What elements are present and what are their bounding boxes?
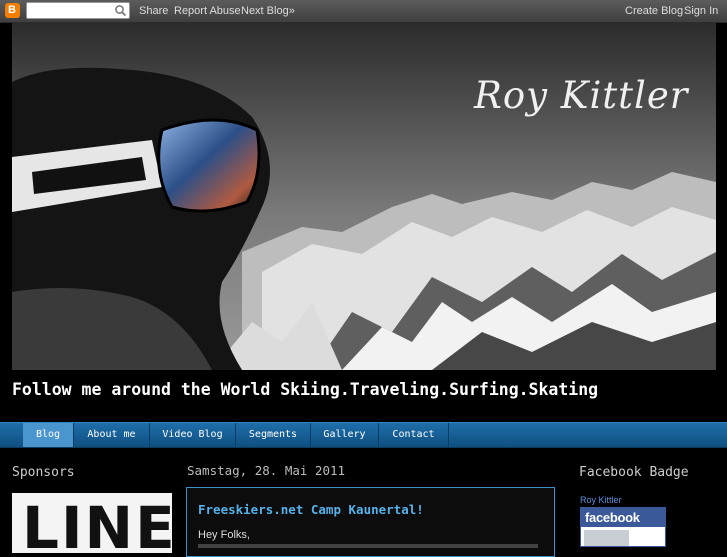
tab-segments[interactable]: Segments: [236, 423, 311, 447]
tab-label: Contact: [392, 429, 435, 440]
report-abuse-link[interactable]: Report Abuse: [174, 5, 241, 17]
post-date-header: Samstag, 28. Mai 2011: [187, 463, 346, 478]
facebook-badge-heading: Facebook Badge: [579, 465, 689, 480]
create-blog-link[interactable]: Create Blog: [625, 5, 683, 17]
share-link[interactable]: Share: [139, 5, 168, 17]
facebook-logo: facebook: [581, 508, 665, 527]
tab-about-me[interactable]: About me: [74, 423, 150, 447]
sponsors-heading: Sponsors: [12, 465, 75, 480]
tab-label: About me: [87, 429, 136, 440]
next-blog-link[interactable]: Next Blog»: [241, 5, 295, 17]
tab-blog[interactable]: Blog: [23, 423, 74, 447]
facebook-profile-photo: [584, 530, 629, 546]
facebook-badge[interactable]: facebook: [580, 507, 666, 547]
blog-post: Freeskiers.net Camp Kaunertal! Hey Folks…: [186, 487, 555, 557]
search-input[interactable]: [29, 4, 113, 17]
sign-in-link[interactable]: Sign In: [684, 5, 718, 17]
page-tabs: Blog About me Video Blog Segments Galler…: [0, 422, 727, 448]
tab-label: Video Blog: [162, 429, 223, 440]
blogger-logo-letter: B: [8, 4, 16, 16]
blog-description: Follow me around the World Skiing.Travel…: [12, 380, 599, 399]
post-title-link[interactable]: Freeskiers.net Camp Kaunertal!: [198, 502, 424, 517]
facebook-author-link[interactable]: Roy Kittler: [580, 495, 622, 505]
tab-video-blog[interactable]: Video Blog: [150, 423, 236, 447]
sponsor-line-logo[interactable]: LINE: [12, 493, 172, 553]
tab-label: Gallery: [323, 429, 366, 440]
search-box: [26, 2, 130, 19]
tab-contact[interactable]: Contact: [379, 423, 449, 447]
header-banner[interactable]: Roy Kittler: [12, 22, 716, 370]
post-body-text: Hey Folks,: [198, 529, 250, 541]
tab-label: Segments: [248, 429, 298, 440]
blog-title[interactable]: Roy Kittler: [474, 74, 688, 117]
blogger-navbar: B Share Report Abuse Next Blog» Create B…: [0, 0, 727, 23]
tab-label: Blog: [35, 429, 61, 440]
tab-gallery[interactable]: Gallery: [311, 423, 379, 447]
search-icon[interactable]: [114, 4, 127, 17]
blogger-logo-icon[interactable]: B: [5, 3, 20, 18]
